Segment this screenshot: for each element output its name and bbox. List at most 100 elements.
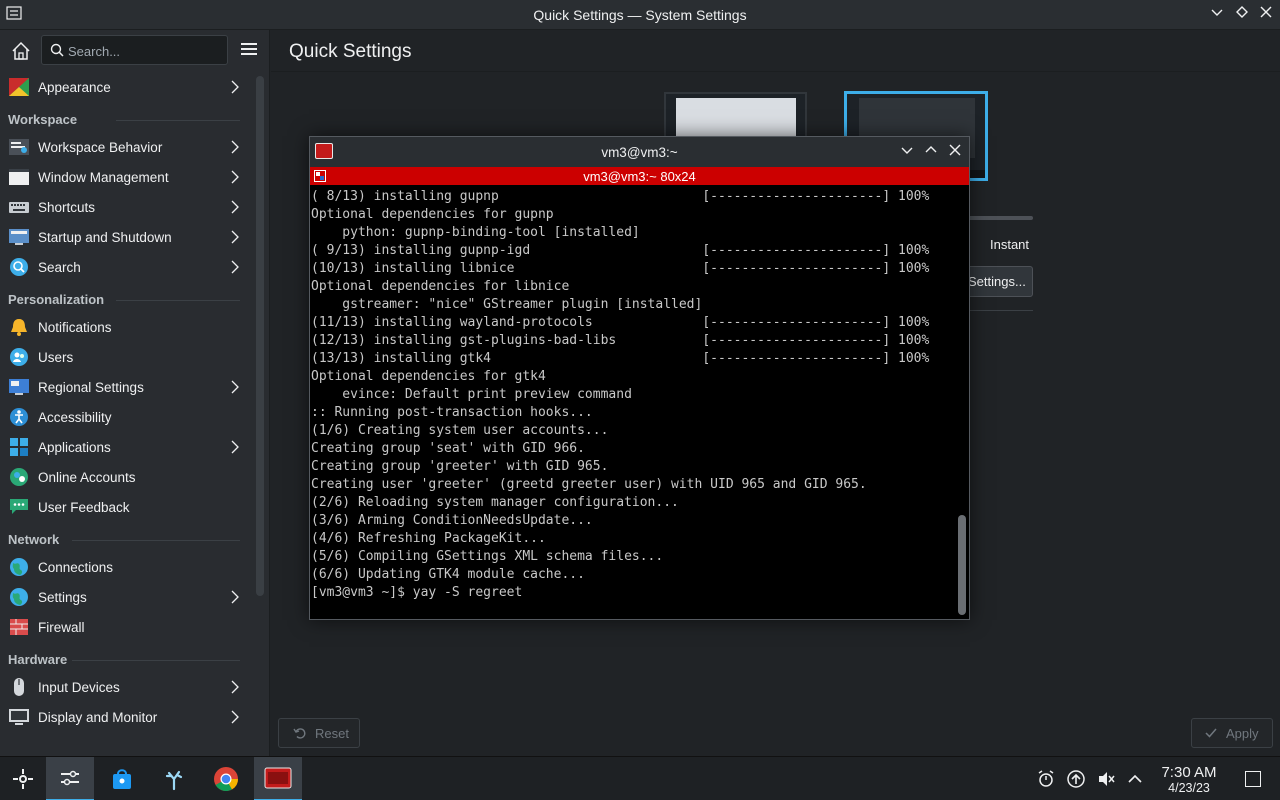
sidebar-item-window-management[interactable]: Window Management (0, 162, 250, 192)
sidebar-item-label: Shortcuts (38, 199, 96, 215)
chevron-right-icon (231, 260, 239, 274)
terminal-titlebar[interactable]: vm3@vm3:~ (310, 137, 969, 167)
taskbar-system-settings[interactable] (46, 757, 94, 800)
terminal-line: (6/6) Updating GTK4 module cache... (311, 567, 585, 582)
update-icon[interactable] (1066, 769, 1086, 789)
apply-button[interactable]: Apply (1191, 718, 1273, 748)
terminal-line: Creating group 'seat' with GID 966. (311, 441, 585, 456)
home-button[interactable] (8, 38, 34, 64)
sidebar-item-online-accounts[interactable]: Online Accounts (0, 462, 250, 492)
chevron-right-icon (231, 440, 239, 454)
terminal-minimize-button[interactable] (898, 143, 916, 161)
sidebar-item-label: Accessibility (38, 409, 112, 425)
terminal-line: (12/13) installing gst-plugins-bad-libs … (311, 333, 930, 348)
sidebar-item-user-feedback[interactable]: User Feedback (0, 492, 250, 522)
terminal-line: (11/13) installing wayland-protocols [--… (311, 315, 930, 330)
group-header-workspace: Workspace (0, 102, 250, 132)
group-header-network: Network (0, 522, 250, 552)
sidebar-item-label: Online Accounts (38, 469, 136, 485)
more-settings-button[interactable]: Settings... (959, 266, 1033, 297)
search-field[interactable] (41, 35, 228, 65)
taskbar-chrome[interactable] (202, 757, 250, 800)
sidebar-item-label: Appearance (38, 79, 111, 95)
application-launcher-button[interactable] (0, 757, 46, 800)
close-icon (949, 144, 961, 156)
sidebar-item-display-and-monitor[interactable]: Display and Monitor (0, 702, 250, 732)
sidebar-item-label: Notifications (38, 319, 112, 335)
terminal-line: Creating group 'greeter' with GID 965. (311, 459, 609, 474)
show-desktop-button[interactable] (1245, 771, 1261, 787)
sidebar-item-applications[interactable]: Applications (0, 432, 250, 462)
sidebar-item-regional-settings[interactable]: Regional Settings (0, 372, 250, 402)
terminal-line: [vm3@vm3 ~]$ yay -S regreet (311, 585, 523, 600)
search-icon (50, 43, 64, 57)
terminal-window-title: vm3@vm3:~ (601, 145, 678, 160)
chevron-right-icon (231, 230, 239, 244)
terminal-tab[interactable]: vm3@vm3:~ 80x24 (310, 167, 969, 185)
animation-speed-max-label: Instant (990, 237, 1030, 252)
terminal-line: python: gupnp-binding-tool [installed] (311, 225, 640, 240)
taskbar-terminal[interactable] (254, 757, 302, 800)
sidebar-item-label: Applications (38, 439, 111, 455)
sidebar-item-network-settings[interactable]: Settings (0, 582, 250, 612)
terminal-maximize-button[interactable] (922, 143, 940, 161)
sidebar-item-workspace-behavior[interactable]: Workspace Behavior (0, 132, 250, 162)
accessibility-icon (10, 408, 28, 426)
terminal-line: (2/6) Reloading system manager configura… (311, 495, 679, 510)
terminal-scrollbar[interactable] (958, 515, 966, 615)
volume-muted-icon[interactable] (1096, 769, 1116, 789)
terminal-line: :: Running post-transaction hooks... (311, 405, 593, 420)
terminal-window[interactable]: vm3@vm3:~ vm3@vm3:~ 80x24 ( 8/13) instal… (309, 136, 970, 620)
terminal-output[interactable]: ( 8/13) installing gupnp [--------------… (311, 188, 952, 618)
taskbar-coral-app[interactable] (150, 757, 198, 800)
terminal-close-button[interactable] (946, 143, 964, 161)
clock-date[interactable]: 4/23/23 (1150, 781, 1228, 795)
sidebar-item-label: User Feedback (38, 499, 130, 515)
mouse-icon (14, 678, 24, 696)
alarm-icon[interactable] (1036, 769, 1056, 789)
sidebar-item-search[interactable]: Search (0, 252, 250, 282)
sidebar-item-connections[interactable]: Connections (0, 552, 250, 582)
maximize-button[interactable] (1232, 4, 1252, 24)
minimize-button[interactable] (1207, 4, 1227, 24)
sidebar-item-accessibility[interactable]: Accessibility (0, 402, 250, 432)
sidebar-item-shortcuts[interactable]: Shortcuts (0, 192, 250, 222)
sidebar-toolbar (0, 30, 270, 70)
taskbar-discover[interactable] (98, 757, 146, 800)
window-title: Quick Settings — System Settings (533, 7, 747, 23)
divider (961, 310, 1033, 311)
sidebar-item-label: Input Devices (38, 679, 120, 695)
hamburger-menu-button[interactable] (238, 40, 260, 60)
terminal-line: (13/13) installing gtk4 [---------------… (311, 351, 930, 366)
chevron-up-icon[interactable] (1125, 769, 1145, 789)
reset-button[interactable]: Reset (278, 718, 360, 748)
animation-speed-slider[interactable] (963, 216, 1033, 220)
close-button[interactable] (1256, 4, 1276, 24)
coral-icon (165, 770, 183, 791)
sidebar-item-startup-and-shutdown[interactable]: Startup and Shutdown (0, 222, 250, 252)
monitor-icon (9, 709, 29, 725)
sidebar-scrollbar[interactable] (256, 76, 264, 596)
sidebar-item-firewall[interactable]: Firewall (0, 612, 250, 642)
terminal-line: (5/6) Compiling GSettings XML schema fil… (311, 549, 664, 564)
shopping-bag-icon (113, 769, 131, 789)
sidebar: Appearance Workspace Workspace Behavior … (0, 30, 270, 756)
sidebar-item-users[interactable]: Users (0, 342, 250, 372)
terminal-line: gstreamer: "nice" GStreamer plugin [inst… (311, 297, 703, 312)
terminal-line: Optional dependencies for libnice (311, 279, 570, 294)
bell-icon (11, 319, 27, 336)
sidebar-item-input-devices[interactable]: Input Devices (0, 672, 250, 702)
sidebar-item-label: Settings (38, 589, 87, 605)
search-input[interactable] (68, 42, 218, 60)
chevron-right-icon (231, 680, 239, 694)
close-icon (1260, 6, 1272, 18)
terminal-icon (264, 767, 292, 789)
sidebar-item-notifications[interactable]: Notifications (0, 312, 250, 342)
firewall-icon (10, 619, 28, 635)
chevron-right-icon (231, 200, 239, 214)
sidebar-item-appearance[interactable]: Appearance (0, 72, 250, 102)
online-accounts-icon (10, 468, 28, 486)
startup-icon (9, 229, 29, 245)
clock-time[interactable]: 7:30 AM (1150, 764, 1228, 781)
keyboard-icon (9, 202, 29, 213)
